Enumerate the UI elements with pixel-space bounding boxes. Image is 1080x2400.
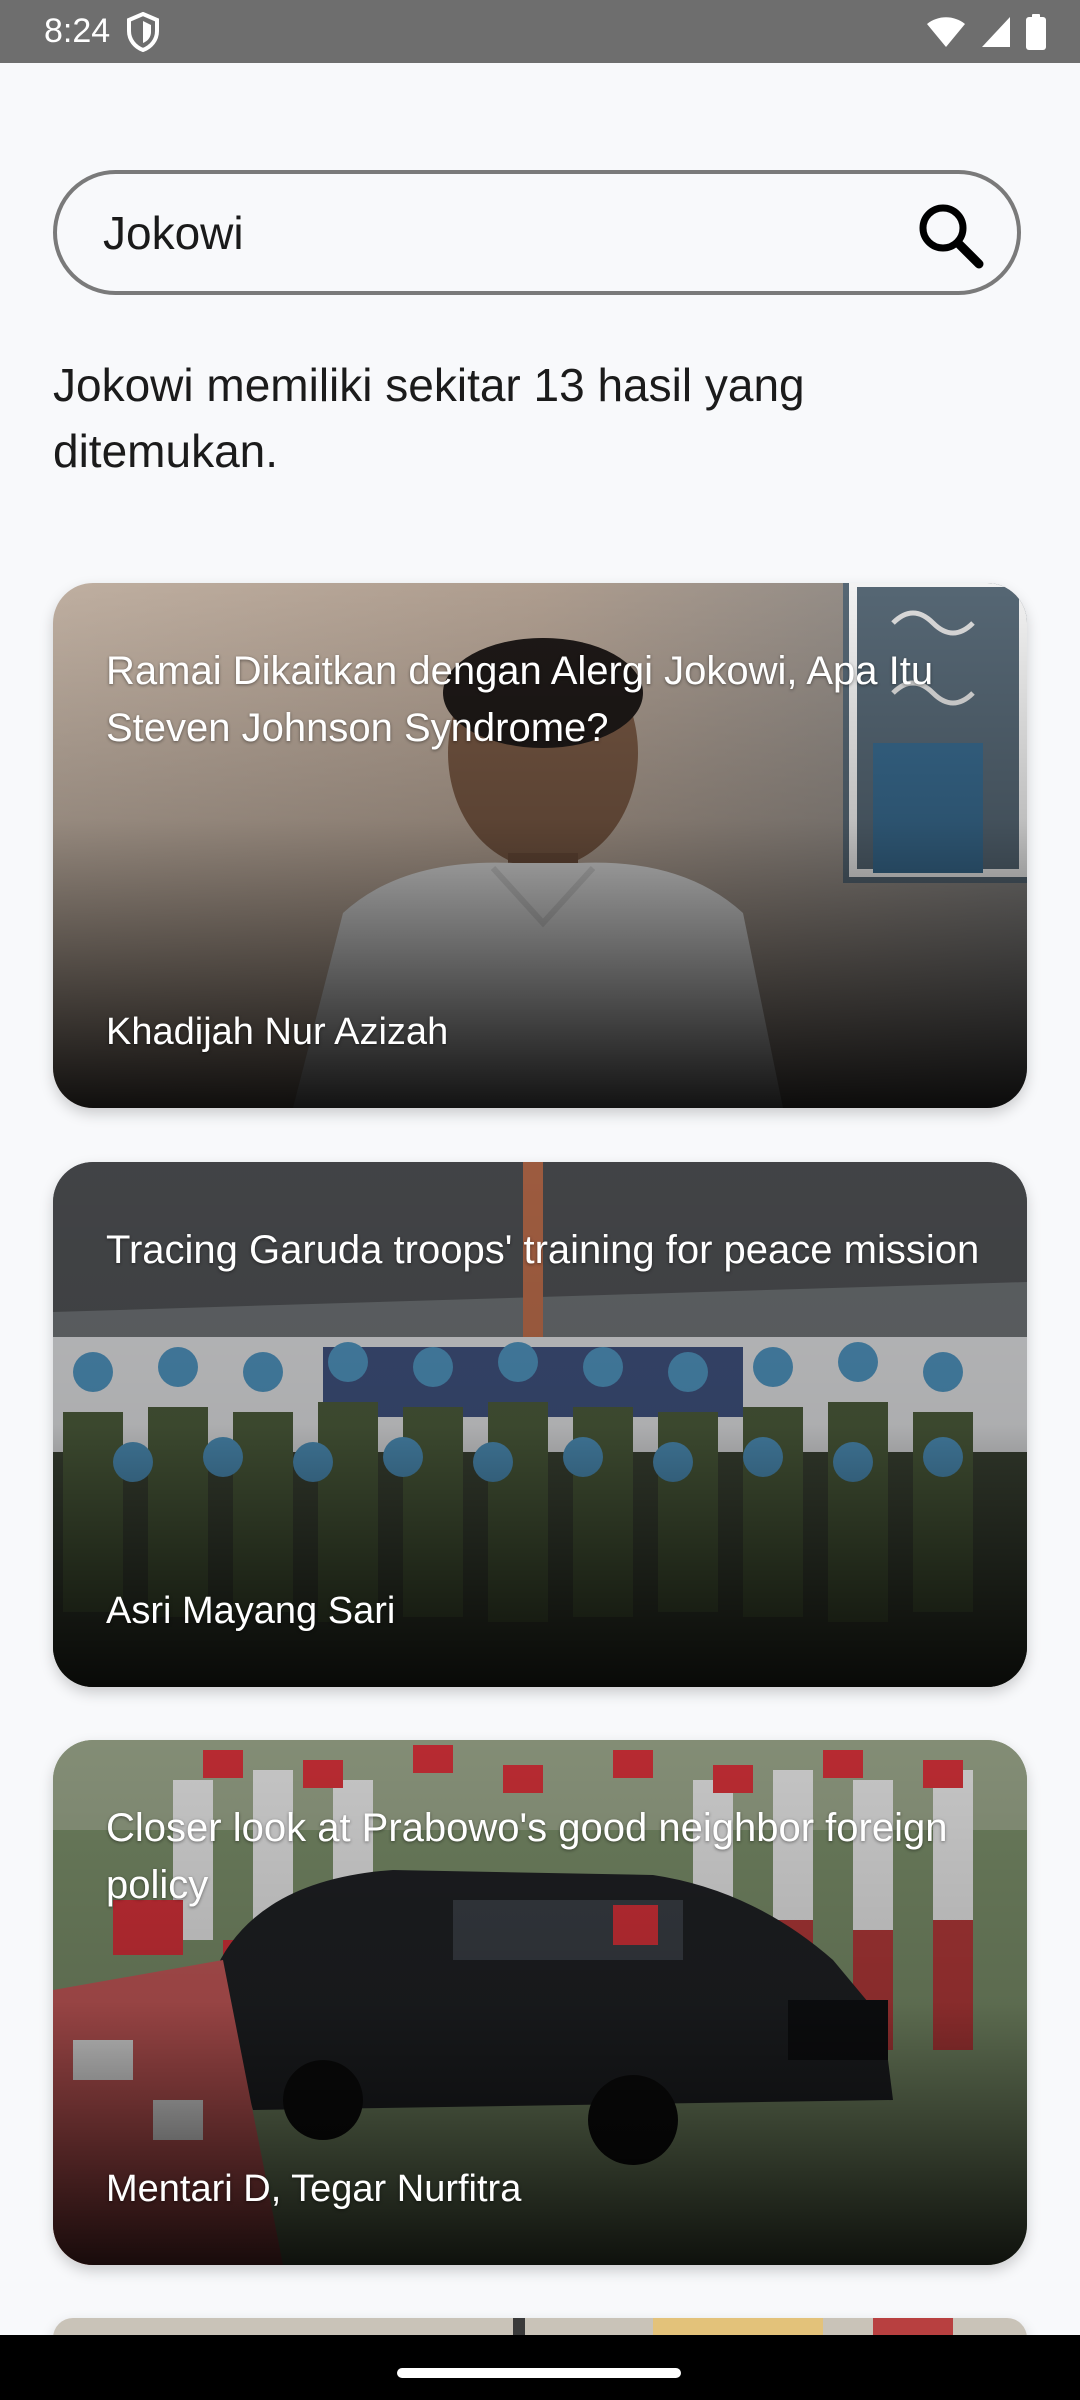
article-card[interactable]: Tracing Garuda troops' training for peac… — [53, 1162, 1027, 1687]
shield-icon — [127, 12, 159, 52]
signal-icon — [982, 17, 1010, 47]
search-icon[interactable] — [915, 200, 985, 270]
home-gesture-handle[interactable] — [397, 2368, 681, 2378]
article-card[interactable]: Closer look at Prabowo's good neighbor f… — [53, 1740, 1027, 2265]
article-title: Ramai Dikaitkan dengan Alergi Jokowi, Ap… — [106, 649, 934, 750]
wifi-icon — [927, 17, 965, 47]
article-author: Khadijah Nur Azizah — [106, 1011, 449, 1053]
battery-icon — [1026, 14, 1046, 50]
search-input[interactable] — [103, 194, 883, 272]
article-author: Mentari D, Tegar Nurfitra — [106, 2168, 522, 2210]
status-icons — [926, 12, 1046, 52]
navigation-bar — [0, 2335, 1080, 2400]
search-box[interactable] — [53, 170, 1021, 295]
article-title: Closer look at Prabowo's good neighbor f… — [106, 1806, 948, 1907]
article-author: Asri Mayang Sari — [106, 1590, 396, 1632]
result-summary: Jokowi memiliki sekitar 13 hasil yang di… — [53, 359, 805, 477]
article-title: Tracing Garuda troops' training for peac… — [106, 1228, 980, 1272]
article-card[interactable]: Ramai Dikaitkan dengan Alergi Jokowi, Ap… — [53, 583, 1027, 1108]
status-bar: 8:24 — [0, 0, 1080, 63]
status-time: 8:24 — [44, 12, 111, 50]
